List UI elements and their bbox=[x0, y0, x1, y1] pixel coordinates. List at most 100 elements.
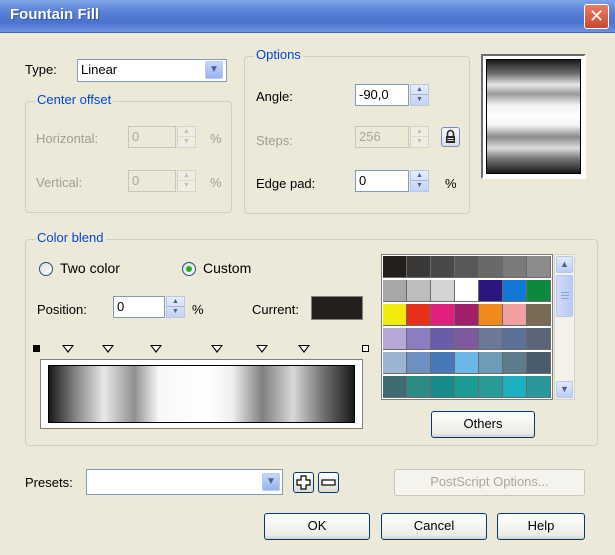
palette-swatch[interactable] bbox=[527, 352, 551, 374]
palette-swatch[interactable] bbox=[407, 376, 431, 398]
palette-swatch[interactable] bbox=[479, 304, 503, 326]
palette-swatch[interactable] bbox=[383, 352, 407, 374]
palette-swatch[interactable] bbox=[527, 328, 551, 350]
spin-down-icon: ▼ bbox=[183, 138, 190, 145]
palette-swatch[interactable] bbox=[455, 304, 479, 326]
scrollbar-thumb[interactable] bbox=[556, 275, 573, 317]
palette-swatch[interactable] bbox=[503, 328, 527, 350]
palette-swatch[interactable] bbox=[455, 328, 479, 350]
position-spinner[interactable]: ▲ ▼ bbox=[166, 296, 185, 318]
palette-swatch[interactable] bbox=[455, 352, 479, 374]
vertical-spinner[interactable]: ▲ ▼ bbox=[177, 170, 196, 192]
two-color-radio[interactable] bbox=[39, 262, 53, 276]
palette-swatch[interactable] bbox=[407, 304, 431, 326]
palette-swatch[interactable] bbox=[503, 256, 527, 278]
palette-swatch[interactable] bbox=[503, 304, 527, 326]
horizontal-unit: % bbox=[210, 131, 222, 146]
custom-label[interactable]: Custom bbox=[203, 260, 251, 276]
gradient-stop-marker[interactable] bbox=[256, 345, 268, 353]
presets-dropdown-arrow-icon[interactable]: ▼ bbox=[262, 473, 280, 491]
palette-swatch[interactable] bbox=[383, 376, 407, 398]
palette-swatch[interactable] bbox=[479, 256, 503, 278]
steps-input[interactable]: 256 bbox=[355, 126, 409, 148]
scroll-up-icon[interactable]: ▲ bbox=[556, 256, 573, 273]
others-button[interactable]: Others bbox=[431, 411, 535, 438]
palette-swatch[interactable] bbox=[527, 304, 551, 326]
palette-swatch[interactable] bbox=[383, 328, 407, 350]
horizontal-input[interactable]: 0 bbox=[128, 126, 176, 148]
minus-icon bbox=[321, 479, 336, 486]
steps-lock-button[interactable] bbox=[441, 127, 460, 147]
spin-down-icon: ▼ bbox=[183, 182, 190, 189]
spin-up-icon: ▲ bbox=[178, 171, 195, 181]
palette-swatch[interactable] bbox=[431, 352, 455, 374]
angle-input[interactable]: -90,0 bbox=[355, 84, 409, 106]
gradient-stop-marker[interactable] bbox=[102, 345, 114, 353]
palette-swatch[interactable] bbox=[455, 376, 479, 398]
color-blend-legend: Color blend bbox=[35, 230, 106, 245]
edge-pad-spinner[interactable]: ▲ ▼ bbox=[410, 170, 429, 192]
palette-swatch[interactable] bbox=[431, 256, 455, 278]
palette-swatch[interactable] bbox=[479, 376, 503, 398]
palette-swatch[interactable] bbox=[431, 376, 455, 398]
palette-swatch[interactable] bbox=[455, 256, 479, 278]
presets-select[interactable] bbox=[86, 469, 283, 495]
close-button[interactable]: ✕ bbox=[584, 4, 609, 29]
palette-swatch[interactable] bbox=[479, 280, 503, 302]
palette-swatch[interactable] bbox=[407, 328, 431, 350]
add-preset-button[interactable] bbox=[293, 472, 314, 493]
cancel-button[interactable]: Cancel bbox=[381, 513, 487, 540]
gradient-stop-marker[interactable] bbox=[211, 345, 223, 353]
spin-up-icon: ▲ bbox=[178, 127, 195, 137]
horizontal-spinner[interactable]: ▲ ▼ bbox=[177, 126, 196, 148]
two-color-label[interactable]: Two color bbox=[60, 260, 120, 276]
help-button[interactable]: Help bbox=[497, 513, 585, 540]
gradient-end-node[interactable] bbox=[362, 345, 369, 352]
palette-swatch[interactable] bbox=[503, 376, 527, 398]
palette-swatch[interactable] bbox=[383, 280, 407, 302]
gradient-bar[interactable] bbox=[40, 359, 363, 429]
type-select-value: Linear bbox=[81, 62, 118, 77]
palette-swatch[interactable] bbox=[383, 256, 407, 278]
steps-label: Steps: bbox=[256, 133, 293, 148]
palette-swatch[interactable] bbox=[527, 256, 551, 278]
gradient-stop-marker[interactable] bbox=[150, 345, 162, 353]
palette-swatch[interactable] bbox=[407, 256, 431, 278]
steps-spinner[interactable]: ▲ ▼ bbox=[410, 126, 429, 148]
current-color-fill bbox=[312, 297, 362, 319]
palette-swatch[interactable] bbox=[431, 304, 455, 326]
type-dropdown-arrow-icon[interactable]: ▼ bbox=[205, 61, 223, 79]
angle-spinner[interactable]: ▲ ▼ bbox=[410, 84, 429, 106]
palette-swatch[interactable] bbox=[527, 376, 551, 398]
gradient-stop-marker[interactable] bbox=[298, 345, 310, 353]
gradient-stop-marker[interactable] bbox=[62, 345, 74, 353]
position-input[interactable]: 0 bbox=[113, 296, 165, 318]
spin-down-icon: ▼ bbox=[416, 138, 423, 145]
custom-radio[interactable] bbox=[182, 262, 196, 276]
edge-pad-input[interactable]: 0 bbox=[355, 170, 409, 192]
fill-preview-swatch bbox=[486, 59, 581, 174]
vertical-input[interactable]: 0 bbox=[128, 170, 176, 192]
palette-swatch[interactable] bbox=[431, 328, 455, 350]
postscript-options-button[interactable]: PostScript Options... bbox=[394, 469, 585, 496]
palette-swatch[interactable] bbox=[455, 280, 479, 302]
palette-swatch[interactable] bbox=[527, 280, 551, 302]
palette-swatch[interactable] bbox=[503, 352, 527, 374]
position-unit: % bbox=[192, 302, 204, 317]
palette-swatch[interactable] bbox=[383, 304, 407, 326]
scroll-down-icon[interactable]: ▼ bbox=[556, 381, 573, 398]
palette-swatch[interactable] bbox=[503, 280, 527, 302]
plus-icon bbox=[296, 475, 311, 490]
palette-scrollbar[interactable]: ▲ ▼ bbox=[554, 254, 575, 400]
remove-preset-button[interactable] bbox=[318, 472, 339, 493]
current-color-swatch[interactable] bbox=[311, 296, 363, 320]
spin-down-icon: ▼ bbox=[172, 308, 179, 315]
palette-swatch[interactable] bbox=[407, 280, 431, 302]
palette-swatch[interactable] bbox=[479, 352, 503, 374]
color-palette[interactable] bbox=[381, 254, 553, 400]
ok-button[interactable]: OK bbox=[264, 513, 370, 540]
palette-swatch[interactable] bbox=[479, 328, 503, 350]
palette-swatch[interactable] bbox=[431, 280, 455, 302]
gradient-start-node[interactable] bbox=[33, 345, 40, 352]
palette-swatch[interactable] bbox=[407, 352, 431, 374]
